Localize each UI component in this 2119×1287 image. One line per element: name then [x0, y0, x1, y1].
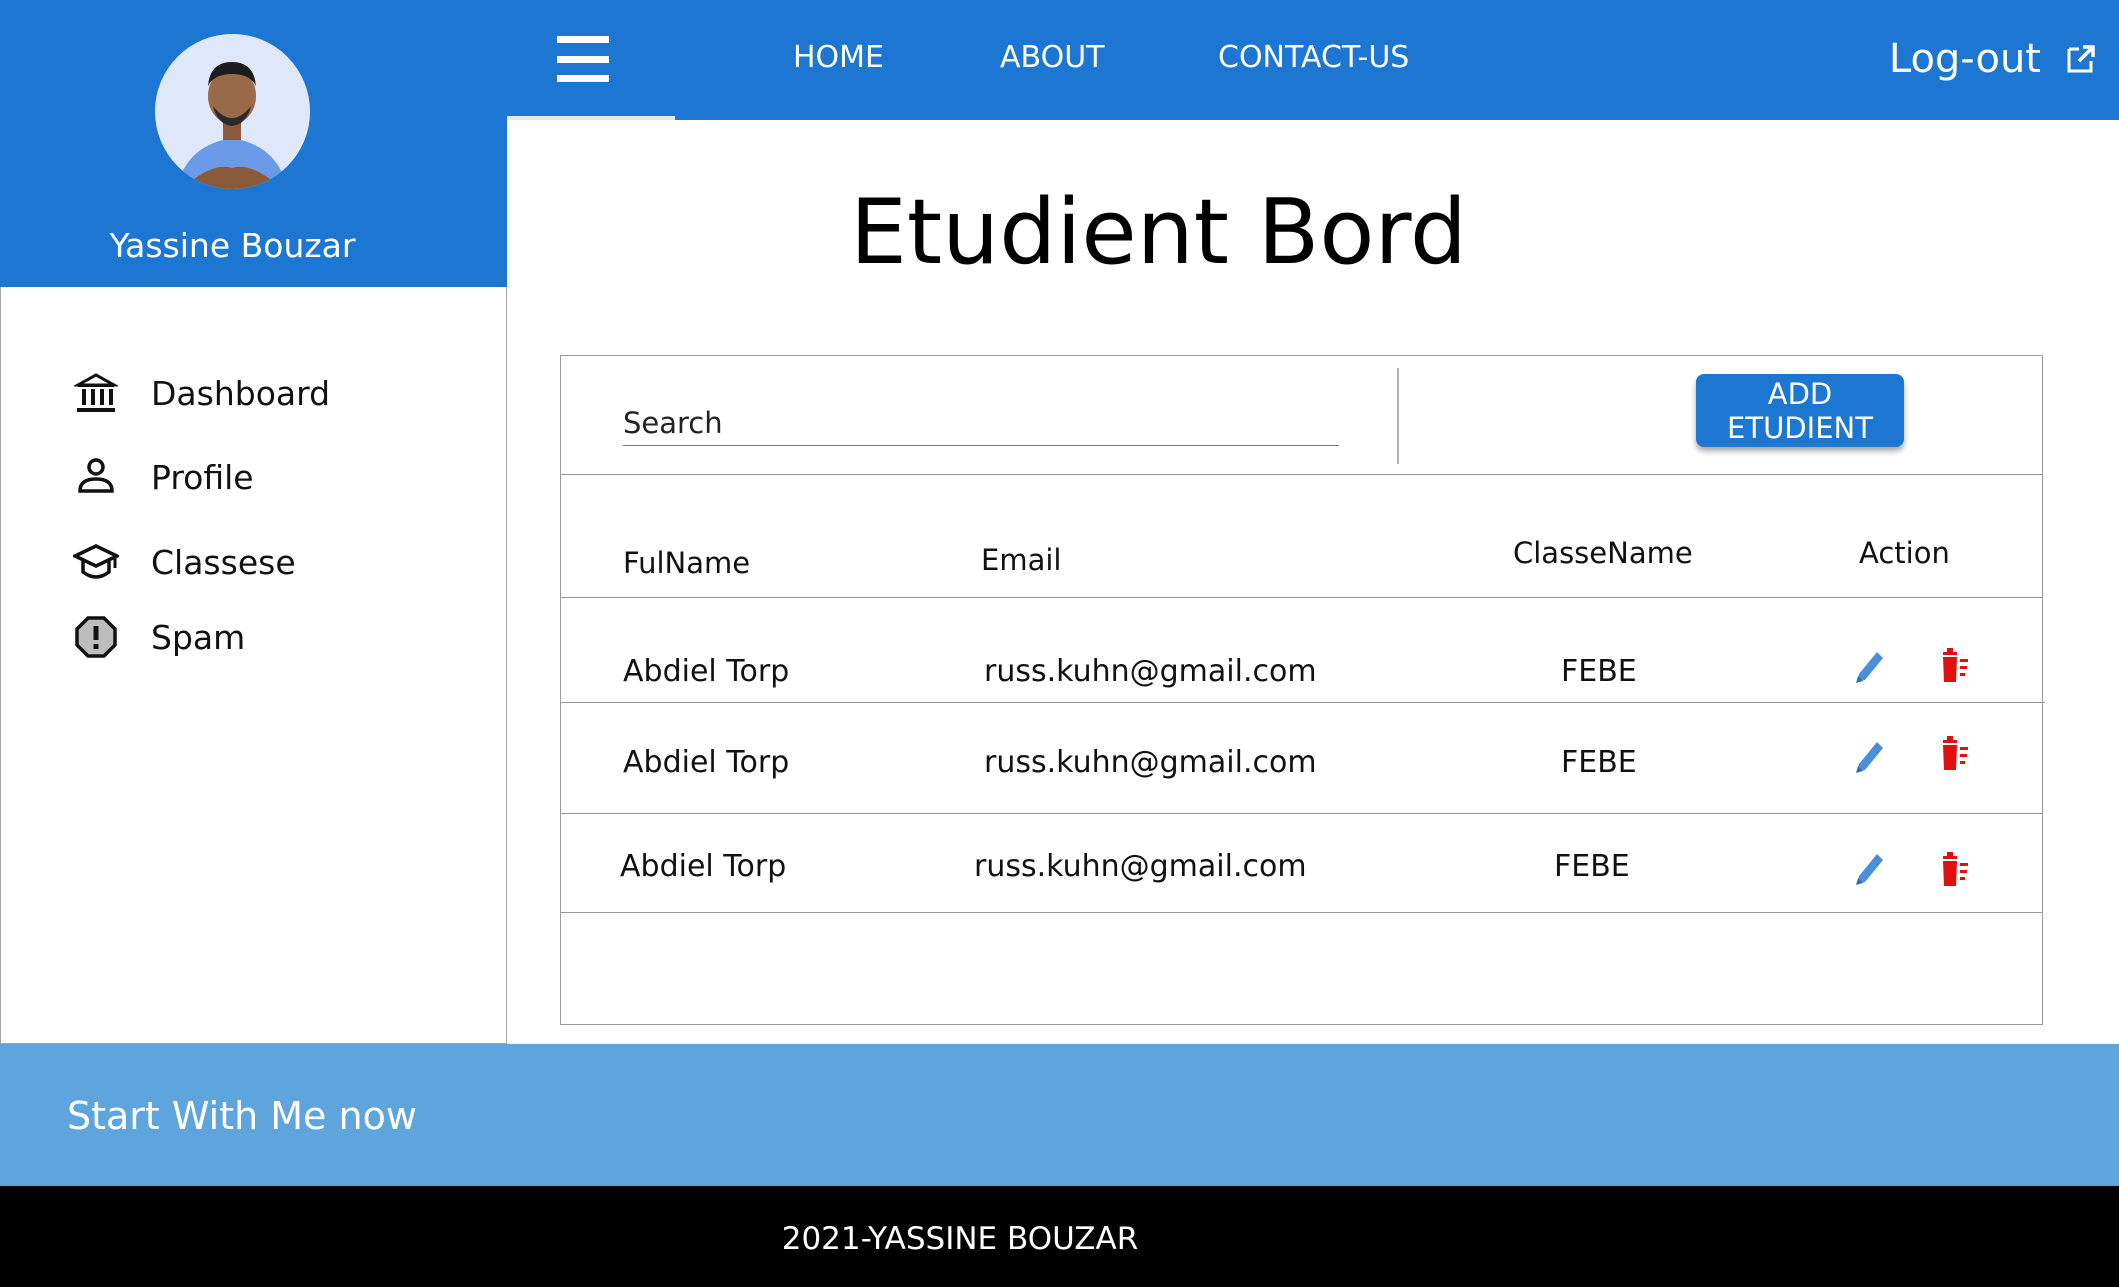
avatar[interactable]	[155, 34, 310, 189]
nav-contact-us[interactable]: CONTACT-US	[1218, 40, 1409, 75]
pencil-icon[interactable]	[1851, 738, 1887, 778]
search-field[interactable]	[623, 401, 1339, 446]
footer-copyright: 2021-YASSINE BOUZAR	[781, 1221, 1139, 1257]
person-icon	[71, 452, 121, 502]
sidebar-item-label: Profile	[151, 457, 254, 497]
cell-email: russ.kuhn@gmail.com	[984, 654, 1317, 689]
sidebar-item-spam[interactable]: Spam	[71, 607, 451, 667]
top-navbar: HOME ABOUT CONTACT-US Log-out	[507, 0, 2119, 120]
row-divider	[561, 702, 2045, 703]
row-divider	[561, 813, 2042, 814]
cell-fulname: Abdiel Torp	[623, 745, 790, 780]
pencil-icon[interactable]	[1851, 648, 1887, 688]
menu-underline	[507, 116, 675, 120]
toolbar-divider	[1397, 368, 1399, 464]
add-etudient-button[interactable]: ADD ETUDIENT	[1696, 374, 1904, 447]
sidebar-item-label: Dashboard	[151, 373, 331, 413]
sidebar-nav: Dashboard Profile Classese Spam	[0, 287, 507, 1044]
user-name: Yassine Bouzar	[109, 226, 356, 265]
warning-octagon-icon	[71, 612, 121, 662]
graduation-cap-icon	[71, 537, 121, 587]
page-title: Etudient Bord	[850, 180, 1467, 285]
sidebar-item-label: Spam	[151, 617, 246, 657]
cta-link[interactable]: Start With Me now	[67, 1094, 417, 1138]
trash-icon[interactable]	[1937, 734, 1973, 774]
sidebar-item-classese[interactable]: Classese	[71, 532, 451, 592]
students-panel: ADD ETUDIENT FulName Email ClasseName Ac…	[560, 355, 2045, 1025]
sidebar-header: Yassine Bouzar	[0, 0, 507, 287]
nav-about[interactable]: ABOUT	[1000, 40, 1104, 75]
search-input[interactable]	[623, 401, 1339, 445]
cell-email: russ.kuhn@gmail.com	[974, 849, 1307, 884]
trash-icon[interactable]	[1937, 646, 1973, 686]
cell-email: russ.kuhn@gmail.com	[984, 745, 1317, 780]
sidebar-item-dashboard[interactable]: Dashboard	[71, 363, 451, 423]
bank-icon	[71, 368, 121, 418]
cell-classe: FEBE	[1561, 654, 1637, 689]
trash-icon[interactable]	[1937, 850, 1973, 890]
column-header-email: Email	[981, 543, 1062, 577]
footer: 2021-YASSINE BOUZAR	[0, 1186, 2119, 1287]
avatar-image	[155, 34, 309, 189]
cell-classe: FEBE	[1561, 745, 1637, 780]
pencil-icon[interactable]	[1851, 850, 1887, 890]
column-header-classename: ClasseName	[1513, 536, 1693, 570]
column-header-fulname: FulName	[623, 546, 751, 580]
toolbar-divider-line	[561, 474, 2042, 475]
cell-fulname: Abdiel Torp	[620, 849, 787, 884]
sidebar-item-profile[interactable]: Profile	[71, 447, 451, 507]
external-link-icon	[2065, 43, 2097, 75]
logout-button[interactable]: Log-out	[1889, 36, 2097, 82]
nav-home[interactable]: HOME	[793, 40, 884, 75]
cell-classe: FEBE	[1554, 849, 1630, 884]
cta-banner: Start With Me now	[0, 1044, 2119, 1186]
logout-label: Log-out	[1888, 36, 2041, 82]
hamburger-menu-icon[interactable]	[557, 36, 609, 82]
header-divider	[561, 597, 2042, 598]
sidebar-item-label: Classese	[151, 542, 296, 582]
column-header-action: Action	[1859, 536, 1950, 570]
row-divider	[561, 912, 2042, 913]
cell-fulname: Abdiel Torp	[623, 654, 790, 689]
